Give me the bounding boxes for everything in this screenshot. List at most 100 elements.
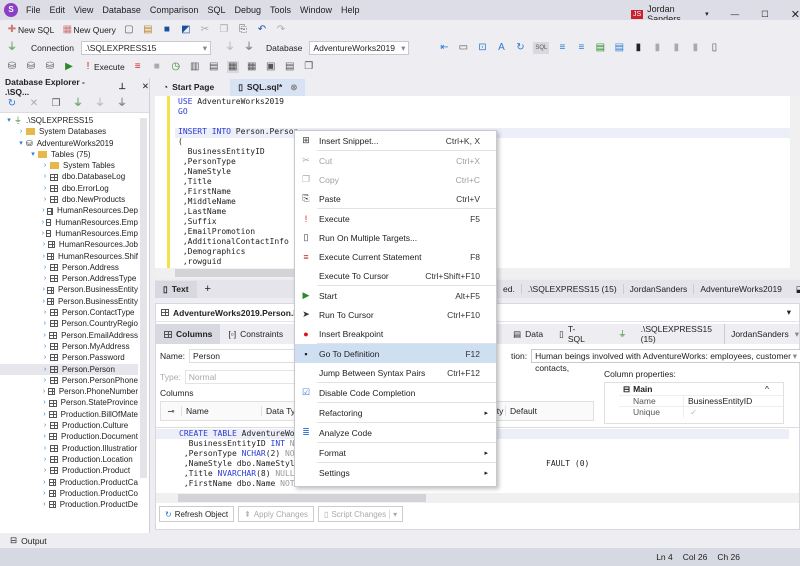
expand-arrow-icon[interactable]: › xyxy=(40,251,47,262)
open-icon[interactable]: ▤ xyxy=(142,24,154,36)
tree-item[interactable]: › Person.StateProvince xyxy=(0,397,138,408)
expand-arrow-icon[interactable]: › xyxy=(40,477,49,488)
expand-arrow-icon[interactable]: › xyxy=(40,273,50,284)
collapse-arrow-icon[interactable]: ▾ xyxy=(28,149,38,160)
tree-item[interactable]: › Production.Illustratior xyxy=(0,443,138,454)
db-icon-2[interactable]: ⛁ xyxy=(25,61,37,73)
pin-icon[interactable]: ⊥ xyxy=(118,81,125,92)
expand-arrow-icon[interactable]: › xyxy=(40,183,50,194)
explorer-scrollbar[interactable] xyxy=(140,118,147,478)
tree-item[interactable]: › Production.BillOfMate xyxy=(0,409,138,420)
export-icon[interactable]: ▤ xyxy=(284,61,296,73)
context-menu-item-paste[interactable]: ⎘ Paste Ctrl+V xyxy=(295,189,496,208)
context-menu-item-execute-current-statement[interactable]: ≡ Execute Current Statement F8 xyxy=(295,247,496,266)
refresh-icon[interactable]: ↻ xyxy=(6,98,18,110)
expand-arrow-icon[interactable]: › xyxy=(40,409,49,420)
expand-arrow-icon[interactable]: › xyxy=(40,465,50,476)
menu-view[interactable]: View xyxy=(74,5,93,15)
sql-check-icon[interactable]: SQL xyxy=(533,41,550,54)
comment-icon[interactable]: ≡ xyxy=(556,42,568,54)
execute-button[interactable]: ! Execute xyxy=(82,61,125,73)
plan-icon[interactable]: ▥ xyxy=(189,61,201,73)
tree-item[interactable]: › System Databases xyxy=(0,126,138,137)
layout-bottom-icon[interactable]: ⬓ xyxy=(796,284,800,295)
paste-icon[interactable]: ⎘ xyxy=(237,24,249,36)
tree-item[interactable]: › HumanResources.Emp xyxy=(0,217,138,228)
expand-arrow-icon[interactable]: › xyxy=(40,386,48,397)
tree-item[interactable]: › Production.ProductCa xyxy=(0,477,138,488)
green-doc-icon[interactable]: ▤ xyxy=(594,42,606,54)
database-select[interactable]: AdventureWorks2019 xyxy=(309,40,410,55)
execute-statement-icon[interactable]: ≡ xyxy=(132,61,144,73)
tree-item[interactable]: › Production.Location xyxy=(0,454,138,465)
collapse-icon[interactable]: ❐ xyxy=(50,98,62,110)
context-menu-item-execute-to-cursor[interactable]: Execute To Cursor Ctrl+Shift+F10 xyxy=(295,266,496,285)
format-icon[interactable]: ▤ xyxy=(613,42,625,54)
new-connection-icon[interactable]: ⏚ xyxy=(6,42,18,54)
expand-arrow-icon[interactable]: › xyxy=(40,239,48,250)
context-menu-item-format[interactable]: Format ▸ xyxy=(295,443,496,462)
pivot-icon[interactable]: ▦ xyxy=(246,61,258,73)
bookmark-next-icon[interactable]: ▮ xyxy=(670,42,682,54)
expand-arrow-icon[interactable]: › xyxy=(40,330,49,341)
tree-item[interactable]: › dbo.NewProducts xyxy=(0,194,138,205)
expand-arrow-icon[interactable]: › xyxy=(16,126,26,137)
expand-arrow-icon[interactable]: › xyxy=(40,488,49,499)
tab-columns[interactable]: Columns xyxy=(156,324,221,344)
save-icon[interactable]: ■ xyxy=(161,24,173,36)
close-tab-icon[interactable]: ⊗ xyxy=(290,82,297,93)
menu-help[interactable]: Help xyxy=(341,5,360,15)
context-menu-item-start[interactable]: ▶ Start Alt+F5 xyxy=(295,286,496,305)
expand-arrow-icon[interactable]: › xyxy=(40,397,49,408)
context-menu-item-cut[interactable]: ✂ Cut Ctrl+X xyxy=(295,151,496,170)
windows-icon[interactable]: ❐ xyxy=(303,61,315,73)
redo-icon[interactable]: ↷ xyxy=(275,24,287,36)
tree-item[interactable]: › Production.Document xyxy=(0,431,138,442)
menu-tools[interactable]: Tools xyxy=(270,5,291,15)
expand-arrow-icon[interactable]: › xyxy=(40,284,47,295)
expand-arrow-icon[interactable]: › xyxy=(40,205,47,216)
expand-arrow-icon[interactable]: › xyxy=(40,160,50,171)
output-panel-tab[interactable]: ⊟ Output xyxy=(0,533,800,548)
close-panel-icon[interactable]: ✕ xyxy=(142,81,149,92)
copy-icon[interactable]: ❐ xyxy=(218,24,230,36)
collapse-icon[interactable]: ^ xyxy=(765,384,769,394)
tab-sql[interactable]: ▯ SQL.sql* ⊗ xyxy=(230,78,306,96)
context-menu-item-jump-between-syntax-pairs[interactable]: Jump Between Syntax Pairs Ctrl+F12 xyxy=(295,363,496,382)
tree-item[interactable]: › Person.ContactType xyxy=(0,307,138,318)
disconnect-icon[interactable]: ⏚ xyxy=(243,42,255,54)
context-menu-item-insert-breakpoint[interactable]: ● Insert Breakpoint xyxy=(295,324,496,343)
user-avatar[interactable]: JS xyxy=(631,9,644,19)
context-menu-item-settings[interactable]: Settings ▸ xyxy=(295,463,496,482)
expand-arrow-icon[interactable]: › xyxy=(40,318,50,329)
tree-item[interactable]: › dbo.ErrorLog xyxy=(0,183,138,194)
refresh-icon[interactable]: ↻ xyxy=(514,42,526,54)
expand-arrow-icon[interactable]: › xyxy=(40,171,50,182)
tree-item[interactable]: ▾ ⏚ .\SQLEXPRESS15 xyxy=(0,115,138,126)
plug-icon[interactable]: ⏚ xyxy=(94,98,106,110)
tree-item[interactable]: › Person.Address xyxy=(0,262,138,273)
tree-item[interactable]: › HumanResources.Shif xyxy=(0,251,138,262)
tree-item[interactable]: › Person.AddressType xyxy=(0,273,138,284)
expand-arrow-icon[interactable]: › xyxy=(40,262,50,273)
context-menu-item-execute[interactable]: ! Execute F5 xyxy=(295,209,496,228)
disconnect-icon[interactable]: ⏚ xyxy=(116,98,128,110)
menu-debug[interactable]: Debug xyxy=(234,5,261,15)
tree-item[interactable]: › Production.Product xyxy=(0,465,138,476)
tree-item[interactable]: › Person.PhoneNumber xyxy=(0,386,138,397)
new-query-button[interactable]: ▦ New Query xyxy=(61,24,116,36)
new-connection-icon[interactable]: ⏚ xyxy=(72,98,84,110)
outdent-icon[interactable]: ⇤ xyxy=(438,42,450,54)
connection-select[interactable]: .\SQLEXPRESS15 xyxy=(81,40,212,55)
expand-arrow-icon[interactable]: › xyxy=(40,307,50,318)
tree-item[interactable]: › HumanResources.Emp xyxy=(0,228,138,239)
tree-item[interactable]: › System Tables xyxy=(0,160,138,171)
context-menu-item-analyze-code[interactable]: ≣ Analyze Code xyxy=(295,423,496,442)
tab-start-page[interactable]: ◔ Start Page xyxy=(155,79,222,96)
ddl-hscrollbar[interactable] xyxy=(156,493,799,503)
menu-file[interactable]: File xyxy=(26,5,41,15)
expand-arrow-icon[interactable]: › xyxy=(40,420,50,431)
tree-item[interactable]: › Production.Culture xyxy=(0,420,138,431)
history-icon[interactable]: ◷ xyxy=(170,61,182,73)
tree-item[interactable]: ▾ Tables (75) xyxy=(0,149,138,160)
